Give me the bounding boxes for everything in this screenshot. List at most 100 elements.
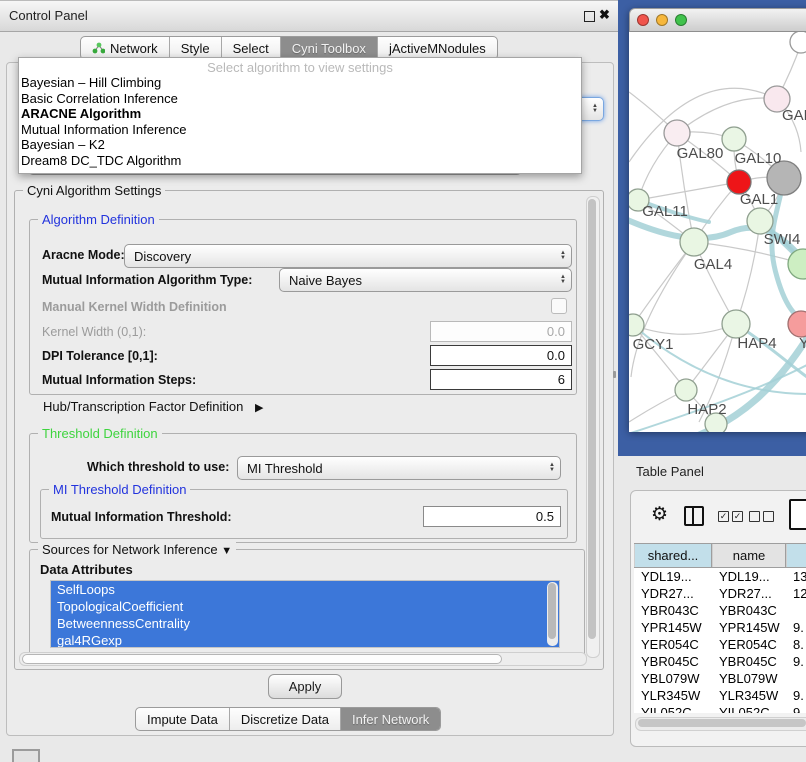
manual-kernel-checkbox[interactable] — [551, 298, 567, 314]
aracne-mode-label: Aracne Mode: — [42, 248, 125, 262]
network-node[interactable] — [722, 310, 750, 338]
table-row[interactable]: YDL19...YDL19...13 — [634, 568, 806, 585]
table-cell: YLR345W — [634, 687, 712, 704]
algorithm-option[interactable]: Bayesian – Hill Climbing — [19, 75, 581, 91]
network-node[interactable] — [788, 311, 806, 337]
node-label: GAL80 — [677, 145, 724, 162]
network-node[interactable] — [664, 120, 690, 146]
settings-horizontal-scrollbar[interactable] — [19, 652, 587, 666]
gear-icon[interactable]: ⚙ — [651, 503, 668, 526]
tab-style[interactable]: Style — [170, 37, 222, 59]
node-label: SWI4 — [764, 231, 801, 248]
network-node[interactable] — [680, 228, 708, 256]
list-scrollbar[interactable] — [547, 582, 558, 646]
table-horizontal-scrollbar[interactable] — [635, 717, 806, 731]
network-node[interactable] — [790, 32, 806, 53]
mi-algorithm-type-combo[interactable]: Naive Bayes ▲▼ — [279, 268, 572, 292]
tab-select[interactable]: Select — [222, 37, 281, 59]
mi-type-label: Mutual Information Algorithm Type: — [42, 273, 252, 287]
table-cell: 9. — [786, 687, 806, 704]
stepper-icon: ▲▼ — [587, 104, 603, 114]
minimize-traffic-light-icon[interactable] — [656, 14, 668, 26]
data-attribute-item[interactable]: TopologicalCoefficient — [51, 598, 559, 615]
table-row[interactable]: YPR145WYPR145W9. — [634, 619, 806, 636]
tab-jactivemnodules[interactable]: jActiveMNodules — [378, 37, 497, 59]
node-label: Y — [799, 335, 806, 352]
settings-vertical-scrollbar[interactable] — [586, 196, 600, 658]
table-row[interactable]: YBR043CYBR043C — [634, 602, 806, 619]
table-cell: YDR27... — [712, 585, 786, 602]
column-header[interactable]: shared... — [634, 544, 712, 567]
close-traffic-light-icon[interactable] — [637, 14, 649, 26]
algorithm-definition-legend: Algorithm Definition — [38, 212, 159, 227]
node-label: GAL10 — [735, 150, 782, 167]
deselect-all-checkboxes-icon[interactable] — [749, 511, 774, 522]
network-window-titlebar[interactable] — [629, 8, 806, 32]
columns-icon[interactable] — [684, 506, 704, 526]
panel-title: Control Panel — [9, 8, 88, 23]
data-attributes-list[interactable]: SelfLoopsTopologicalCoefficientBetweenne… — [50, 580, 560, 648]
algorithm-option[interactable]: Basic Correlation Inference — [19, 91, 581, 107]
table-cell: 9. — [786, 653, 806, 670]
hub-definition-toggle[interactable]: Hub/Transcription Factor Definition ▶ — [43, 399, 263, 414]
network-node[interactable] — [722, 127, 746, 151]
network-canvas[interactable]: GALGAL80GAL10GAL1SWI4GAL11GAL4GCY1HAP4YH… — [629, 32, 806, 432]
data-attribute-item[interactable]: gal4RGexp — [51, 632, 559, 648]
mi-threshold-field[interactable]: 0.5 — [423, 506, 561, 527]
which-threshold-label: Which threshold to use: — [87, 460, 229, 474]
dpi-tolerance-field[interactable]: 0.0 — [430, 345, 572, 366]
collapse-down-icon[interactable]: ▼ — [221, 545, 232, 557]
tab-cyni-toolbox[interactable]: Cyni Toolbox — [281, 37, 378, 59]
table-cell: YIL052C — [712, 704, 786, 713]
table-cell: YDL19... — [712, 568, 786, 585]
which-threshold-combo[interactable]: MI Threshold ▲▼ — [237, 456, 561, 480]
column-header[interactable] — [786, 544, 806, 567]
table-cell: YIL052C — [634, 704, 712, 713]
table-cell: 9. — [786, 619, 806, 636]
table-row[interactable]: YBR045CYBR045C9. — [634, 653, 806, 670]
kernel-width-label: Kernel Width (0,1): — [42, 325, 146, 339]
network-node[interactable] — [675, 379, 697, 401]
table-row[interactable]: YBL079WYBL079W — [634, 670, 806, 687]
float-window-icon[interactable] — [584, 11, 595, 22]
algorithm-option[interactable]: Mutual Information Inference — [19, 122, 581, 138]
scrollbar-thumb[interactable] — [638, 719, 806, 727]
table-row[interactable]: YDR27...YDR27...12 — [634, 585, 806, 602]
algorithm-option[interactable]: Bayesian – K2 — [19, 137, 581, 153]
algorithm-option[interactable]: Dream8 DC_TDC Algorithm — [19, 153, 581, 169]
table-panel-title: Table Panel — [636, 464, 704, 479]
column-header[interactable]: name — [712, 544, 786, 567]
network-edge — [638, 182, 739, 200]
table-cell: YBR045C — [712, 653, 786, 670]
table-cell: YPR145W — [634, 619, 712, 636]
stepper-icon: ▲▼ — [544, 463, 560, 473]
tab-impute-data[interactable]: Impute Data — [136, 708, 230, 730]
zoom-traffic-light-icon[interactable] — [675, 14, 687, 26]
apply-button[interactable]: Apply — [268, 674, 342, 699]
export-table-icon[interactable] — [789, 499, 806, 530]
tab-infer-network[interactable]: Infer Network — [341, 708, 440, 730]
network-node[interactable] — [788, 249, 806, 279]
table-cell: 12 — [786, 585, 806, 602]
docked-panel-icon[interactable] — [12, 749, 40, 762]
mi-steps-field[interactable]: 6 — [430, 369, 572, 390]
table-row[interactable]: YER054CYER054C8. — [634, 636, 806, 653]
data-attribute-item[interactable]: BetweennessCentrality — [51, 615, 559, 632]
table-row[interactable]: YLR345WYLR345W9. — [634, 687, 806, 704]
select-all-checkboxes-icon[interactable]: ✓✓ — [718, 511, 743, 522]
aracne-mode-combo[interactable]: Discovery ▲▼ — [124, 244, 572, 268]
tab-discretize-data[interactable]: Discretize Data — [230, 708, 341, 730]
algorithm-option[interactable]: ARACNE Algorithm — [19, 106, 581, 122]
cyni-algorithm-settings-panel: Cyni Algorithm Settings Algorithm Defini… — [14, 190, 604, 670]
table-cell — [786, 670, 806, 687]
expand-right-icon[interactable]: ▶ — [255, 402, 263, 414]
split-pane-handle[interactable] — [613, 371, 616, 378]
kernel-width-field[interactable]: 0.0 — [430, 321, 572, 342]
node-label: GAL4 — [694, 256, 732, 273]
close-icon[interactable]: ✖ — [599, 7, 610, 23]
table-row[interactable]: YIL052CYIL052C9 — [634, 704, 806, 713]
data-attribute-item[interactable]: SelfLoops — [51, 581, 559, 598]
scrollbar-thumb[interactable] — [22, 654, 502, 664]
tab-network[interactable]: Network — [81, 37, 170, 59]
scrollbar-thumb[interactable] — [588, 199, 596, 639]
